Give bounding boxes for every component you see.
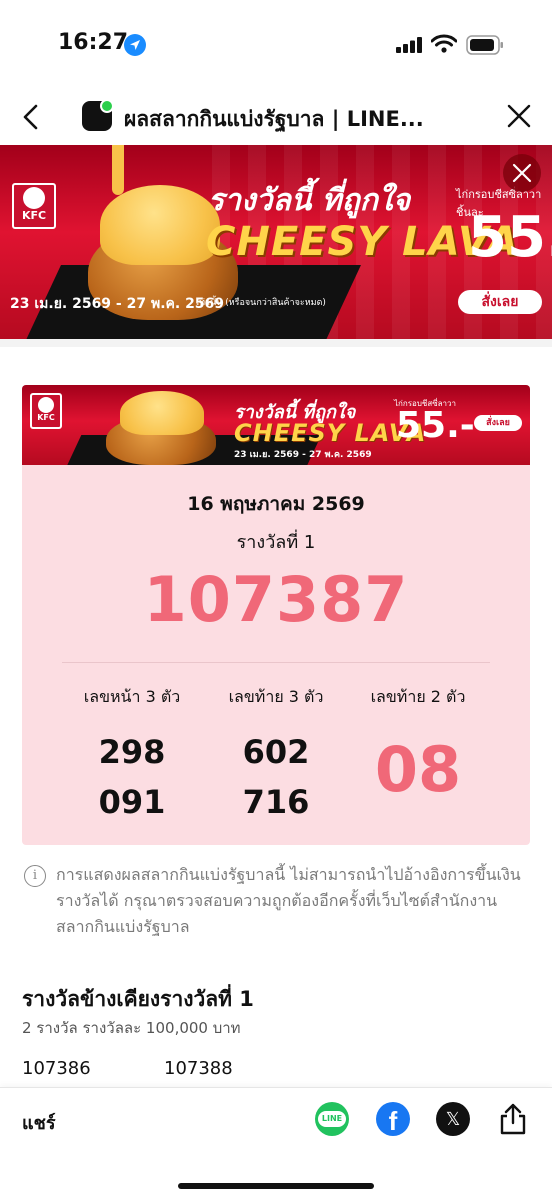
facebook-icon[interactable]: f <box>376 1102 410 1136</box>
ad-dates: 23 เม.ย. 2569 - 27 พ.ค. 2569 <box>10 296 225 312</box>
close-icon <box>512 163 532 183</box>
disclaimer-text: การแสดงผลสลากกินแบ่งรัฐบาลนี้ ไม่สามารถน… <box>56 865 521 936</box>
divider <box>62 662 490 663</box>
ad-price: 55.- <box>468 205 552 270</box>
draw-date: 16 พฤษภาคม 2569 <box>187 493 365 515</box>
page-title: ผลสลากกินแบ่งรัฐบาล | LINE... <box>124 107 424 131</box>
lottery-result-card: KFC รางวัลนี้ ที่ถูกใจ CHEESY LAVA ไก่กร… <box>22 385 530 845</box>
battery-icon <box>466 35 503 55</box>
home-indicator <box>178 1183 374 1189</box>
back2-label: เลขท้าย 2 ตัว <box>370 687 466 706</box>
adjacent-prize-number: 107386 <box>22 1058 91 1079</box>
status-time: 16:27 <box>58 30 129 55</box>
front3-number: 091 <box>98 783 166 821</box>
cellular-signal-icon <box>396 37 422 53</box>
back2-number: 08 <box>374 733 462 806</box>
top-ad-banner[interactable]: KFC รางวัลนี้ ที่ถูกใจ CHEESY LAVA ไก่กร… <box>0 145 552 339</box>
ad-close-button[interactable] <box>503 154 541 192</box>
location-arrow-icon <box>124 34 146 56</box>
back3-number: 716 <box>242 783 310 821</box>
kfc-logo: KFC <box>12 183 56 229</box>
close-icon[interactable] <box>506 103 532 129</box>
browser-nav-bar: ผลสลากกินแบ่งรัฐบาล | LINE... <box>0 90 552 145</box>
ad-headline: รางวัลนี้ ที่ถูกใจ <box>208 183 411 218</box>
share-bar: แชร์ LINE f 𝕏 <box>0 1087 552 1200</box>
ad-price: 55.- <box>396 405 475 446</box>
adjacent-prize-title: รางวัลข้างเคียงรางวัลที่ 1 <box>22 987 254 1011</box>
divider <box>0 339 552 347</box>
front3-number: 298 <box>98 733 166 771</box>
wifi-icon <box>431 34 457 53</box>
first-prize-number: 107387 <box>143 563 409 636</box>
ad-order-button[interactable]: สั่งเลย <box>474 415 522 431</box>
card-ad-banner[interactable]: KFC รางวัลนี้ ที่ถูกใจ CHEESY LAVA ไก่กร… <box>22 385 530 465</box>
back-chevron-icon[interactable] <box>18 102 46 132</box>
status-bar: 16:27 <box>0 0 552 90</box>
share-upload-icon[interactable] <box>498 1102 528 1136</box>
line-icon[interactable]: LINE <box>315 1102 349 1136</box>
x-icon[interactable]: 𝕏 <box>436 1102 470 1136</box>
line-today-logo-icon <box>82 99 114 131</box>
back3-label: เลขท้าย 3 ตัว <box>228 687 324 706</box>
adjacent-prize-number: 107388 <box>164 1058 233 1079</box>
first-prize-label: รางวัลที่ 1 <box>236 532 316 553</box>
info-icon: i <box>24 865 46 887</box>
front3-label: เลขหน้า 3 ตัว <box>83 687 181 706</box>
kfc-logo: KFC <box>30 393 62 429</box>
adjacent-prize-subtitle: 2 รางวัล รางวัลละ 100,000 บาท <box>22 1019 241 1037</box>
ad-note: เท่านั้น (หรือจนกว่าสินค้าจะหมด) <box>196 298 326 308</box>
share-label: แชร์ <box>22 1113 56 1134</box>
back3-number: 602 <box>242 733 310 771</box>
ad-order-button[interactable]: สั่งเลย <box>458 290 542 314</box>
ad-dates: 23 เม.ย. 2569 - 27 พ.ค. 2569 <box>234 450 372 460</box>
